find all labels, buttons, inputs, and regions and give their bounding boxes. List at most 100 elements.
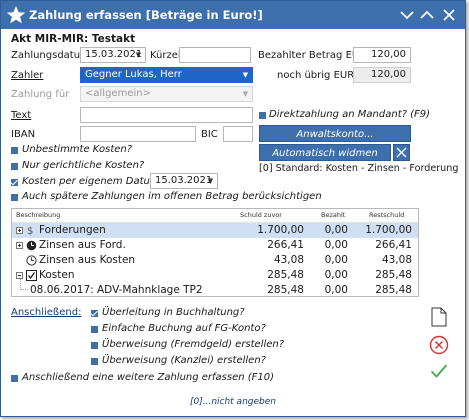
kosten-eigenem-datum-label: Kosten per eigenem Datum:: [22, 176, 163, 187]
chevron-down-icon[interactable]: ▼: [132, 48, 145, 62]
bic-label: BIC: [201, 129, 218, 140]
plus-tree-icon[interactable]: [16, 242, 23, 249]
zahler-value: Gegner Lukas, Herr: [85, 69, 182, 80]
einfache-buchung-checkbox[interactable]: [91, 326, 98, 333]
ueberweisung-kanzlei-label: Überweisung (Kanzlei) erstellen?: [102, 355, 266, 366]
column-header-bezahlt[interactable]: Bezahlt: [321, 209, 345, 222]
ueberleitung-label: Überleitung in Buchhaltung?: [102, 307, 245, 318]
ueberleitung-checkbox[interactable]: [91, 310, 98, 317]
kosten-datum-field[interactable]: 15.03.2021 ▼: [150, 173, 218, 189]
ueberweisung-kanzlei-checkbox[interactable]: [91, 358, 98, 365]
direktzahlung-label: Direktzahlung an Mandant? (F9): [269, 109, 431, 120]
chevron-down-icon[interactable]: ▼: [204, 174, 217, 188]
bezahlter-betrag-label: Bezahlter Betrag EUR: [258, 50, 367, 61]
row-restschuld: 266,41: [375, 239, 412, 251]
ueberweisung-fremdgeld-checkbox[interactable]: [91, 342, 98, 349]
row-bezahlt: 0,00: [324, 269, 348, 281]
column-header-schuld-zuvor[interactable]: Schuld zuvor: [240, 209, 282, 222]
ueberweisung-fremdgeld-label: Überweisung (Fremdgeld) erstellen?: [102, 339, 285, 350]
clear-widmung-button[interactable]: [393, 144, 410, 161]
row-schuld-zuvor: 1.700,00: [257, 224, 304, 236]
clock-outline-icon: [26, 255, 37, 266]
zahlung-fuer-label: Zahlung für: [11, 89, 70, 100]
minus-tree-icon[interactable]: [16, 272, 23, 279]
row-schuld-zuvor: 266,41: [267, 239, 304, 251]
row-bezahlt: 0,00: [324, 224, 348, 236]
kuerzel-label: Kürzel: [150, 50, 181, 61]
row-bezahlt: 0,00: [324, 284, 348, 296]
star-icon: [6, 6, 26, 24]
row-bezahlt: 0,00: [324, 254, 348, 266]
table-row[interactable]: Zinsen aus Ford. 266,41 0,00 266,41: [12, 238, 418, 253]
standard-text: [0] Standard: Kosten - Zinsen - Forderun…: [259, 163, 459, 174]
noch-uebrig-label: noch übrig EUR: [277, 70, 355, 81]
nur-gerichtliche-checkbox[interactable]: [11, 163, 18, 170]
chevron-down-icon[interactable]: ▼: [239, 68, 252, 82]
iban-label: IBAN: [11, 129, 36, 140]
kosten-eigenem-datum-checkbox[interactable]: [11, 179, 18, 186]
zahlung-fuer-select[interactable]: <allgemein> ▼: [80, 86, 253, 102]
row-restschuld: 1.700,00: [365, 224, 412, 236]
window-title: Zahlung erfassen [Beträge in Euro!]: [29, 8, 263, 22]
close-icon[interactable]: [441, 7, 457, 23]
table-row[interactable]: $ Forderungen 1.700,00 0,00 1.700,00: [12, 223, 418, 238]
chevron-down-icon[interactable]: ▼: [239, 87, 252, 101]
text-label: Text: [11, 110, 32, 121]
tree-connector: [20, 279, 28, 290]
plus-tree-icon[interactable]: [16, 227, 23, 234]
svg-text:$: $: [27, 226, 33, 236]
column-header-restschuld[interactable]: Restschuld: [369, 209, 404, 222]
clock-icon: [26, 240, 37, 251]
row-schuld-zuvor: 43,08: [273, 254, 304, 266]
new-document-icon[interactable]: [431, 307, 447, 327]
row-description: Zinsen aus Ford.: [39, 239, 126, 251]
column-header-beschreibung[interactable]: Beschreibung: [16, 209, 60, 222]
bezahlter-betrag-input[interactable]: 120,00: [353, 47, 411, 63]
zahlungsdatum-label: Zahlungsdatum: [11, 50, 90, 61]
nur-gerichtliche-label: Nur gerichtliche Kosten?: [22, 160, 145, 171]
row-schuld-zuvor: 285,48: [267, 269, 304, 281]
anwaltskonto-button[interactable]: Anwaltskonto...: [259, 125, 411, 142]
row-restschuld: 285,48: [375, 269, 412, 281]
zahler-select[interactable]: Gegner Lukas, Herr ▼: [80, 67, 253, 83]
text-input[interactable]: [80, 107, 253, 123]
cancel-icon[interactable]: [429, 335, 449, 355]
minimize-chevron-icon[interactable]: [399, 7, 415, 23]
akt-header: Akt MIR-MIR: Testakt: [11, 33, 136, 45]
close-icon: [396, 147, 407, 158]
row-schuld-zuvor: 285,48: [267, 284, 304, 296]
row-description: 08.06.2017: ADV-Mahnklage TP2: [30, 284, 203, 296]
row-description: Kosten: [39, 269, 75, 281]
table-row[interactable]: Kosten 285,48 0,00 285,48: [12, 268, 418, 283]
direktzahlung-checkbox[interactable]: [259, 112, 266, 119]
row-description: Zinsen aus Kosten: [39, 254, 136, 266]
kuerzel-input[interactable]: [179, 47, 251, 63]
allocation-table[interactable]: Beschreibung Schuld zuvor Bezahlt Restsc…: [11, 208, 419, 297]
auch-spaetere-checkbox[interactable]: [11, 194, 18, 201]
confirm-check-icon[interactable]: [430, 363, 448, 379]
payment-dialog: Zahlung erfassen [Beträge in Euro!] Akt …: [0, 0, 466, 417]
zahler-label: Zahler: [11, 70, 44, 81]
row-description: Forderungen: [39, 224, 106, 236]
unbestimmte-kosten-checkbox[interactable]: [11, 147, 18, 154]
bic-input[interactable]: [223, 126, 253, 142]
dollar-icon: $: [27, 226, 33, 236]
noch-uebrig-value: 120,00: [353, 67, 411, 83]
row-restschuld: 43,08: [381, 254, 412, 266]
anschliessend-label: Anschließend:: [11, 307, 82, 318]
row-bezahlt: 0,00: [324, 239, 348, 251]
table-row[interactable]: Zinsen aus Kosten 43,08 0,00 43,08: [12, 253, 418, 268]
title-bar[interactable]: Zahlung erfassen [Beträge in Euro!]: [1, 1, 465, 29]
weitere-zahlung-label: Anschließend eine weitere Zahlung erfass…: [22, 372, 275, 383]
zahlung-fuer-value: <allgemein>: [85, 88, 151, 99]
status-footer: [0]...nicht angeben: [189, 397, 276, 407]
weitere-zahlung-checkbox[interactable]: [11, 375, 18, 382]
automatisch-widmen-button[interactable]: Automatisch widmen (F11): [259, 144, 391, 176]
iban-input[interactable]: [80, 126, 196, 142]
unbestimmte-kosten-label: Unbestimmte Kosten?: [22, 144, 133, 155]
zahlungsdatum-field[interactable]: 15.03.2021 ▼: [80, 47, 146, 63]
einfache-buchung-label: Einfache Buchung auf FG-Konto?: [102, 323, 266, 334]
auch-spaetere-label: Auch spätere Zahlungen im offenen Betrag…: [22, 191, 322, 202]
table-row[interactable]: 08.06.2017: ADV-Mahnklage TP2 285,48 0,0…: [12, 279, 418, 296]
maximize-chevron-icon[interactable]: [419, 7, 435, 23]
